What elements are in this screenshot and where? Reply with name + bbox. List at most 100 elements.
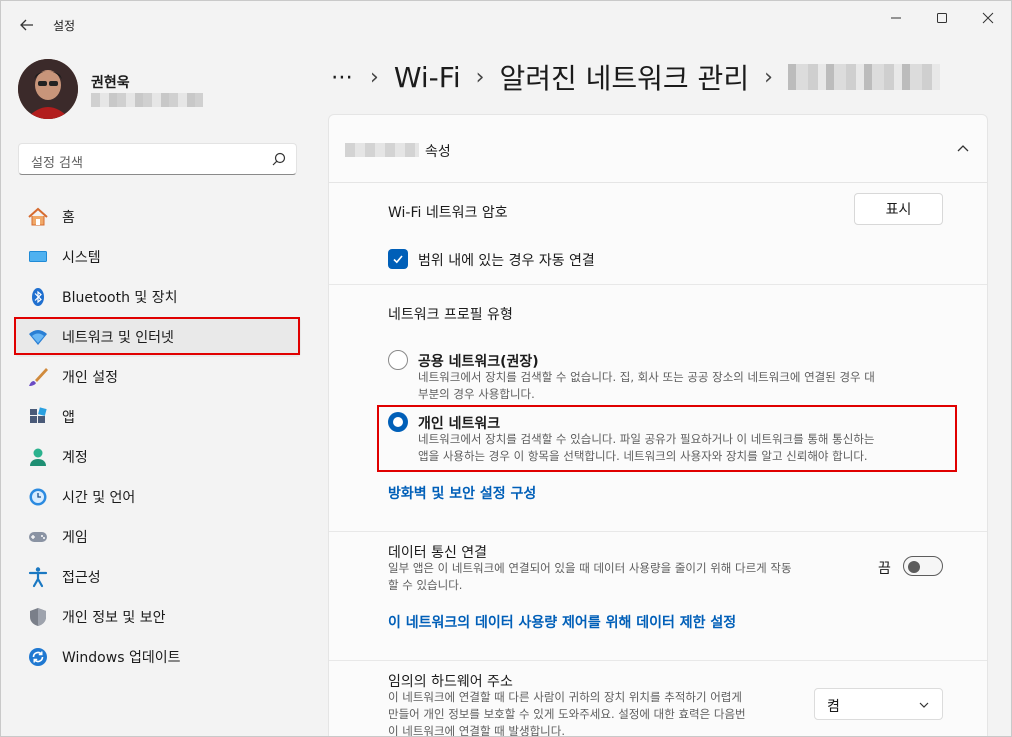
annotation-highlight-box	[14, 317, 300, 355]
back-arrow-icon	[20, 19, 33, 31]
breadcrumb: ⋯ › Wi-Fi › 알려진 네트워크 관리 ›	[331, 57, 940, 97]
sidebar-item-home[interactable]: 홈	[15, 197, 301, 237]
random-hw-address-select[interactable]: 켬	[814, 688, 943, 720]
chevron-right-icon: ›	[475, 64, 485, 90]
metered-connection-toggle[interactable]	[903, 556, 943, 576]
breadcrumb-known-networks[interactable]: 알려진 네트워크 관리	[499, 57, 749, 97]
avatar-photo	[18, 59, 78, 119]
data-limit-link[interactable]: 이 네트워크의 데이터 사용량 제어를 위해 데이터 제한 설정	[388, 612, 736, 632]
search-icon	[272, 152, 286, 166]
sidebar-item-label: 개인 정보 및 보안	[62, 610, 166, 626]
chevron-right-icon: ›	[764, 64, 773, 90]
private-network-desc-line: 앱을 사용하는 경우 이 항목을 선택합니다. 네트워크의 사용자와 장치를 알…	[418, 449, 868, 463]
chevron-up-icon[interactable]	[955, 141, 971, 157]
sidebar-item-system[interactable]: 시스템	[15, 237, 301, 277]
close-icon	[982, 12, 994, 24]
sidebar-item-label: 접근성	[62, 570, 101, 586]
brush-icon	[27, 366, 49, 388]
network-properties-card: 속성 Wi-Fi 네트워크 암호 표시 범위 내에 있는 경우 자동 연결 네트…	[328, 114, 988, 737]
minimize-icon	[891, 17, 901, 19]
bluetooth-icon	[27, 286, 49, 308]
metered-connection-label: 데이터 통신 연결	[388, 545, 488, 561]
chevron-right-icon: ›	[370, 64, 379, 90]
breadcrumb-overflow-button[interactable]: ⋯	[331, 65, 355, 90]
private-network-radio[interactable]	[388, 412, 408, 432]
sidebar-item-label: 시간 및 언어	[62, 490, 136, 506]
sidebar-item-label: 시스템	[62, 250, 101, 266]
home-icon	[27, 206, 49, 228]
sidebar-item-label: Bluetooth 및 장치	[62, 290, 178, 306]
update-icon	[27, 646, 49, 668]
sidebar-item-label: 개인 설정	[62, 370, 118, 386]
back-button[interactable]	[15, 13, 39, 37]
show-password-button[interactable]: 표시	[854, 193, 943, 225]
apps-icon	[27, 406, 49, 428]
maximize-button[interactable]	[919, 1, 965, 35]
wifi-password-label: Wi-Fi 네트워크 암호	[388, 205, 508, 221]
sidebar-item-label: 앱	[62, 410, 75, 426]
metered-desc-line: 할 수 있습니다.	[388, 578, 463, 592]
auto-connect-checkbox[interactable]	[388, 249, 408, 269]
firewall-settings-link[interactable]: 방화벽 및 보안 설정 구성	[388, 483, 536, 503]
sidebar-item-accessibility[interactable]: 접근성	[15, 557, 301, 597]
sidebar-item-time-language[interactable]: 시간 및 언어	[15, 477, 301, 517]
checkmark-icon	[393, 255, 403, 264]
random-hw-address-value: 켬	[827, 699, 840, 715]
public-network-desc-line: 네트워크에서 장치를 검색할 수 없습니다. 집, 회사 또는 공공 장소의 네…	[418, 370, 875, 384]
user-name: 권현욱	[91, 75, 130, 91]
private-network-title: 개인 네트워크	[418, 416, 501, 432]
close-button[interactable]	[965, 1, 1011, 35]
gamepad-icon	[27, 526, 49, 548]
sidebar-nav: 홈 시스템 Bluetooth 및 장치 네트워크 및 인터넷 개인 설정 앱 …	[15, 197, 301, 677]
divider	[329, 531, 987, 532]
random-hw-desc-line: 만들어 개인 정보를 보호할 수 있게 도와주세요. 설정에 대한 효력은 다음…	[388, 707, 746, 721]
divider	[329, 284, 987, 285]
search-input[interactable]: 설정 검색	[18, 143, 297, 175]
sidebar-item-label: Windows 업데이트	[62, 650, 181, 666]
breadcrumb-network-name-redacted	[787, 64, 940, 90]
sidebar-item-label: 게임	[62, 530, 88, 546]
public-network-radio[interactable]	[388, 350, 408, 370]
sidebar-item-label: 계정	[62, 450, 88, 466]
title-bar: 설정	[1, 1, 1011, 49]
card-header[interactable]: 속성	[329, 115, 987, 183]
sidebar-item-windows-update[interactable]: Windows 업데이트	[15, 637, 301, 677]
metered-connection-desc: 일부 앱은 이 네트워크에 연결되어 있을 때 데이터 사용량을 줄이기 위해 …	[388, 560, 858, 594]
network-name-redacted	[345, 143, 419, 157]
private-network-desc: 네트워크에서 장치를 검색할 수 있습니다. 파일 공유가 필요하거나 이 네트…	[418, 431, 958, 465]
sidebar-item-privacy[interactable]: 개인 정보 및 보안	[15, 597, 301, 637]
breadcrumb-wifi[interactable]: Wi-Fi	[394, 61, 461, 94]
sidebar-item-label: 홈	[62, 210, 75, 226]
sidebar-item-bluetooth[interactable]: Bluetooth 및 장치	[15, 277, 301, 317]
account-icon	[27, 446, 49, 468]
maximize-icon	[937, 13, 947, 23]
profile-type-label: 네트워크 프로필 유형	[388, 307, 513, 323]
sidebar-item-accounts[interactable]: 계정	[15, 437, 301, 477]
sidebar-item-apps[interactable]: 앱	[15, 397, 301, 437]
random-hw-address-desc: 이 네트워크에 연결할 때 다른 사람이 귀하의 장치 위치를 추적하기 어렵게…	[388, 689, 808, 737]
clock-globe-icon	[27, 486, 49, 508]
sidebar-item-gaming[interactable]: 게임	[15, 517, 301, 557]
system-icon	[27, 246, 49, 268]
search-placeholder: 설정 검색	[31, 156, 83, 171]
random-hw-desc-line: 이 네트워크에 연결할 때 발생합니다.	[388, 724, 565, 737]
minimize-button[interactable]	[873, 1, 919, 35]
user-email-redacted	[91, 93, 203, 107]
settings-window: 설정 권현욱 설정 검색 홈 시스템 Bluetooth 및 장치 네트워크 및…	[0, 0, 1012, 737]
auto-connect-label: 범위 내에 있는 경우 자동 연결	[418, 253, 595, 269]
accessibility-icon	[27, 566, 49, 588]
metered-desc-line: 일부 앱은 이 네트워크에 연결되어 있을 때 데이터 사용량을 줄이기 위해 …	[388, 561, 792, 575]
shield-icon	[27, 606, 49, 628]
card-header-title: 속성	[425, 144, 451, 160]
metered-toggle-state: 끔	[878, 561, 891, 577]
public-network-desc-line: 부분의 경우 사용합니다.	[418, 387, 535, 401]
app-title: 설정	[53, 19, 76, 33]
public-network-title: 공용 네트워크(권장)	[418, 354, 539, 370]
sidebar-item-personalization[interactable]: 개인 설정	[15, 357, 301, 397]
random-hw-desc-line: 이 네트워크에 연결할 때 다른 사람이 귀하의 장치 위치를 추적하기 어렵게	[388, 690, 742, 704]
public-network-desc: 네트워크에서 장치를 검색할 수 없습니다. 집, 회사 또는 공공 장소의 네…	[418, 369, 958, 403]
avatar[interactable]	[18, 59, 78, 119]
chevron-down-icon	[919, 702, 929, 708]
private-network-desc-line: 네트워크에서 장치를 검색할 수 있습니다. 파일 공유가 필요하거나 이 네트…	[418, 432, 875, 446]
random-hw-address-label: 임의의 하드웨어 주소	[388, 674, 513, 690]
